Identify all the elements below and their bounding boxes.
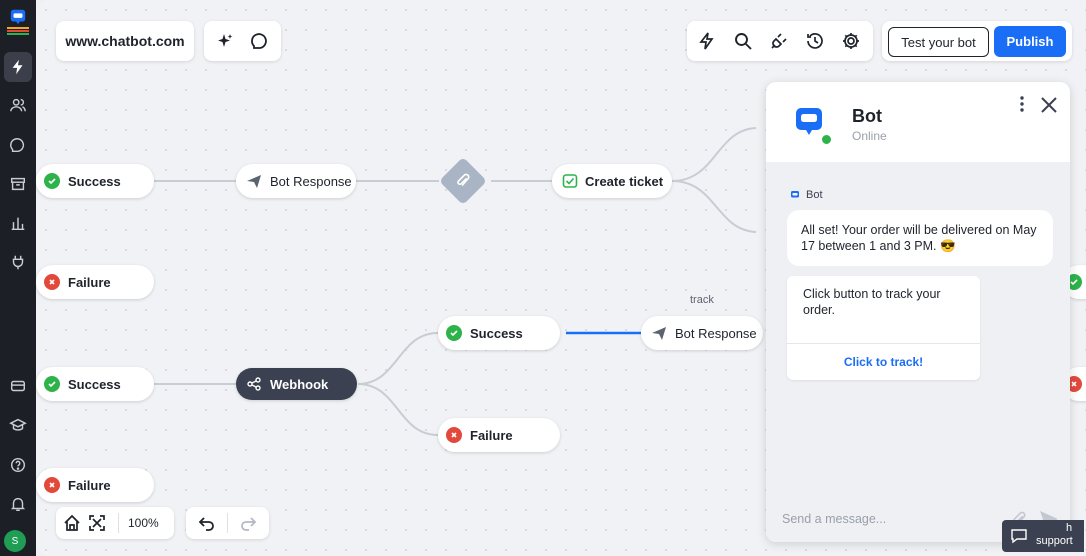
redo-icon[interactable]	[235, 510, 261, 536]
bot-name: Bot	[852, 106, 882, 126]
send-icon	[651, 325, 667, 341]
x-icon	[446, 427, 462, 443]
gear-icon[interactable]	[838, 28, 864, 54]
search-icon[interactable]	[730, 28, 756, 54]
chatbot-logo-icon	[791, 191, 799, 198]
billing-icon[interactable]	[6, 374, 30, 398]
more-icon[interactable]	[1012, 94, 1032, 114]
history-icon[interactable]	[802, 28, 828, 54]
online-dot	[821, 134, 832, 145]
chat-icon[interactable]	[247, 28, 273, 54]
chat-preview-panel: Bot Online Bot All set! Your order will …	[766, 82, 1070, 542]
support-label: support	[1036, 535, 1073, 547]
zoom-controls: 100%	[56, 507, 174, 539]
share-icon	[246, 376, 262, 392]
failure-node[interactable]: Failure	[438, 418, 560, 452]
message-sender: Bot	[806, 189, 823, 201]
chatbot-logo-icon[interactable]	[3, 4, 33, 38]
left-sidebar: S	[0, 0, 36, 556]
divider	[227, 513, 228, 533]
academy-icon[interactable]	[6, 413, 30, 437]
test-bot-button[interactable]: Test your bot	[888, 27, 989, 57]
bell-icon[interactable]	[6, 492, 30, 516]
create-ticket-node[interactable]: Create ticket	[552, 164, 672, 198]
users-icon[interactable]	[6, 93, 30, 117]
toolbar	[687, 21, 873, 61]
plug-icon[interactable]	[766, 28, 792, 54]
track-card-text: Click button to track your order.	[803, 287, 941, 317]
zoom-level[interactable]: 100%	[128, 516, 159, 530]
bolt-icon[interactable]	[4, 52, 32, 82]
home-icon[interactable]	[59, 510, 85, 536]
track-card: Click button to track your order. Click …	[787, 276, 980, 380]
bot-response-node[interactable]: Bot Response	[236, 164, 356, 198]
chat-messages: Bot All set! Your order will be delivere…	[766, 162, 1070, 542]
failure-node[interactable]: Failure	[36, 468, 154, 502]
track-button[interactable]: Click to track!	[787, 344, 980, 380]
sparkles-icon[interactable]	[212, 28, 238, 54]
check-icon	[446, 325, 462, 341]
success-node[interactable]: Success	[36, 367, 154, 401]
avatar[interactable]: S	[4, 530, 26, 552]
failure-node[interactable]: Failure	[36, 265, 154, 299]
webhook-node[interactable]: Webhook	[236, 368, 357, 400]
archive-icon[interactable]	[6, 172, 30, 196]
x-icon	[44, 477, 60, 493]
check-icon	[44, 376, 60, 392]
success-node[interactable]: Success	[438, 316, 560, 350]
close-icon[interactable]	[1038, 94, 1060, 116]
support-label-top: h	[1066, 522, 1073, 534]
paperclip-icon	[457, 173, 470, 187]
bot-response-node[interactable]: Bot Response	[641, 316, 763, 350]
chart-icon[interactable]	[6, 211, 30, 235]
ai-tools-group	[204, 21, 281, 61]
send-icon	[246, 173, 262, 189]
divider	[118, 513, 119, 533]
bot-url[interactable]: www.chatbot.com	[56, 21, 194, 61]
fit-screen-icon[interactable]	[84, 510, 110, 536]
undo-icon[interactable]	[194, 510, 220, 536]
success-node[interactable]: Success	[36, 164, 154, 198]
check-icon	[44, 173, 60, 189]
chat-icon	[1011, 529, 1027, 544]
bot-status: Online	[852, 129, 887, 143]
x-icon	[44, 274, 60, 290]
history-controls	[186, 507, 269, 539]
chat-icon[interactable]	[6, 133, 30, 157]
ticket-icon	[562, 173, 578, 189]
publish-button[interactable]: Publish	[994, 26, 1066, 57]
bolt-icon[interactable]	[694, 28, 720, 54]
help-icon[interactable]	[6, 453, 30, 477]
chatbot-logo-icon	[796, 108, 822, 135]
bot-message: All set! Your order will be delivered on…	[787, 210, 1053, 266]
connector-label: track	[690, 294, 714, 306]
bot-avatar	[794, 106, 832, 145]
message-input[interactable]: Send a message...	[782, 512, 886, 526]
plug-icon[interactable]	[6, 250, 30, 274]
support-widget[interactable]: h support	[1002, 520, 1084, 552]
